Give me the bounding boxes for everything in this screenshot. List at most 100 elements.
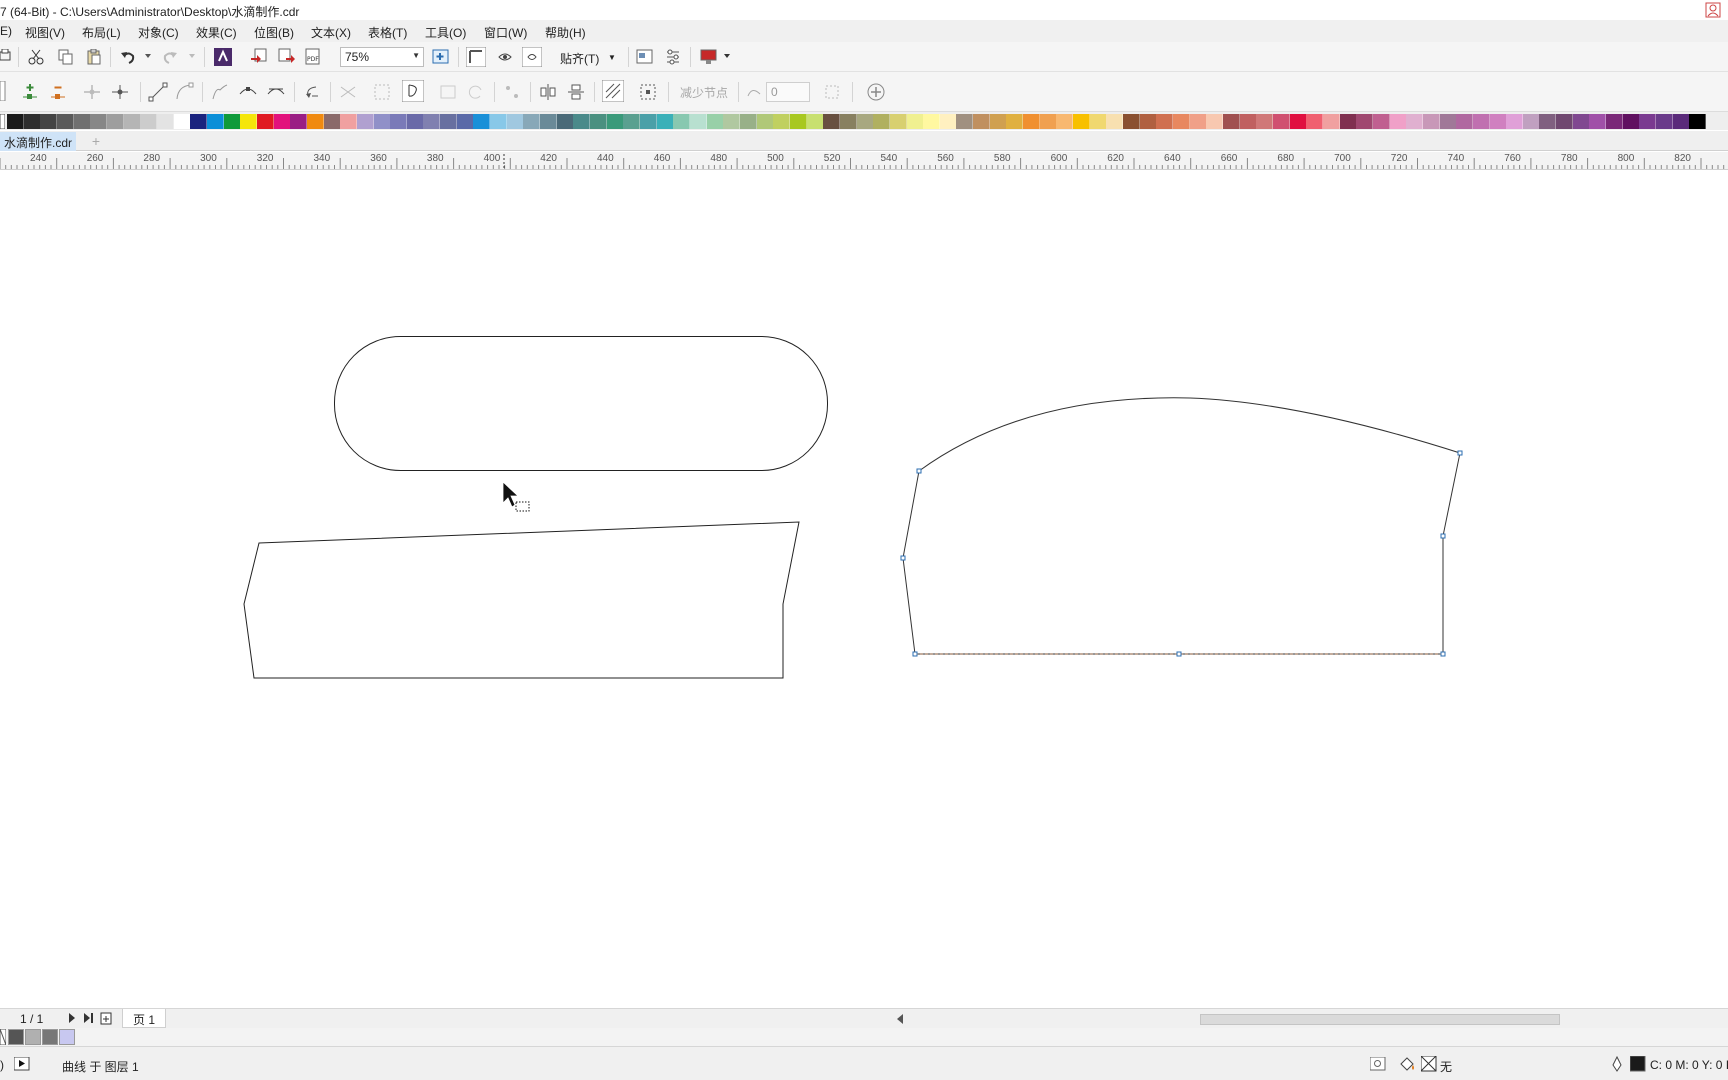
elastic-mode-icon[interactable] bbox=[602, 80, 624, 102]
no-fill-swatch[interactable] bbox=[0, 114, 5, 129]
menu-tools[interactable]: 工具(O) bbox=[425, 24, 466, 41]
color-swatch[interactable] bbox=[23, 114, 41, 129]
color-swatch[interactable] bbox=[40, 114, 58, 129]
color-swatch[interactable] bbox=[939, 114, 957, 129]
color-swatch[interactable] bbox=[1672, 114, 1690, 129]
extract-subpath-icon[interactable] bbox=[372, 82, 392, 102]
new-tab-icon[interactable]: + bbox=[88, 133, 104, 149]
color-swatch[interactable] bbox=[356, 114, 374, 129]
color-swatch[interactable] bbox=[1506, 114, 1524, 129]
color-swatch[interactable] bbox=[273, 114, 291, 129]
reflect-nodes-icon[interactable] bbox=[438, 82, 458, 102]
color-swatch[interactable] bbox=[456, 114, 474, 129]
reflect-horizontal-icon[interactable] bbox=[538, 82, 558, 102]
color-swatch[interactable] bbox=[1522, 114, 1540, 129]
color-swatch[interactable] bbox=[390, 114, 408, 129]
color-swatch[interactable] bbox=[1206, 114, 1224, 129]
color-swatch[interactable] bbox=[1639, 114, 1657, 129]
color-swatch[interactable] bbox=[223, 114, 241, 129]
scroll-left-icon[interactable] bbox=[896, 1014, 904, 1024]
color-swatch[interactable] bbox=[306, 114, 324, 129]
color-swatch[interactable] bbox=[973, 114, 991, 129]
show-grid-icon[interactable] bbox=[496, 48, 514, 66]
color-swatch[interactable] bbox=[290, 114, 308, 129]
color-swatch[interactable] bbox=[1389, 114, 1407, 129]
print-icon[interactable] bbox=[0, 49, 12, 65]
color-swatch[interactable] bbox=[556, 114, 574, 129]
color-swatch[interactable] bbox=[889, 114, 907, 129]
color-swatch[interactable] bbox=[723, 114, 741, 129]
page-tab[interactable]: 页 1 bbox=[122, 1009, 167, 1028]
color-swatch[interactable] bbox=[123, 114, 141, 129]
undo-dropdown-icon[interactable] bbox=[145, 54, 152, 59]
color-swatch[interactable] bbox=[1439, 114, 1457, 129]
extend-curve-to-close-icon[interactable] bbox=[338, 82, 358, 102]
search-content-icon[interactable] bbox=[214, 48, 232, 66]
select-all-nodes-icon[interactable] bbox=[638, 82, 658, 102]
color-swatch[interactable] bbox=[1189, 114, 1207, 129]
drawing-canvas[interactable] bbox=[0, 170, 1728, 1008]
color-swatch[interactable] bbox=[173, 114, 191, 129]
color-swatch[interactable] bbox=[1223, 114, 1240, 129]
color-swatch[interactable] bbox=[7, 114, 24, 129]
color-swatch[interactable] bbox=[673, 114, 691, 129]
redo-dropdown-icon[interactable] bbox=[189, 54, 196, 59]
color-swatch[interactable] bbox=[856, 114, 874, 129]
color-swatch[interactable] bbox=[1173, 114, 1190, 129]
align-nodes-icon[interactable] bbox=[502, 82, 522, 102]
color-swatch[interactable] bbox=[1406, 114, 1424, 129]
color-swatch[interactable] bbox=[473, 114, 491, 129]
color-swatch[interactable] bbox=[1123, 114, 1140, 129]
document-palette-none-swatch[interactable] bbox=[0, 1029, 6, 1045]
color-swatch[interactable] bbox=[1106, 114, 1124, 129]
color-swatch[interactable] bbox=[1489, 114, 1507, 129]
color-swatch[interactable] bbox=[1056, 114, 1074, 129]
color-swatch[interactable] bbox=[540, 114, 557, 129]
color-swatch[interactable] bbox=[1306, 114, 1324, 129]
menu-layout[interactable]: 布局(L) bbox=[82, 24, 121, 41]
outline-pen-icon[interactable] bbox=[1610, 1056, 1624, 1072]
menu-object[interactable]: 对象(C) bbox=[138, 24, 179, 41]
color-swatch[interactable] bbox=[1289, 114, 1307, 129]
chevron-down-icon[interactable]: ▼ bbox=[608, 53, 616, 62]
zoom-level-select[interactable]: 75% ▼ bbox=[340, 47, 424, 67]
color-swatch[interactable] bbox=[1622, 114, 1640, 129]
color-swatch[interactable] bbox=[606, 114, 624, 129]
color-swatch[interactable] bbox=[573, 114, 591, 129]
color-swatch[interactable] bbox=[640, 114, 657, 129]
menu-window[interactable]: 窗口(W) bbox=[484, 24, 527, 41]
color-swatch[interactable] bbox=[90, 114, 108, 129]
color-swatch[interactable] bbox=[773, 114, 791, 129]
menu-view[interactable]: 视图(V) bbox=[25, 24, 65, 41]
convert-to-curve-icon[interactable] bbox=[174, 82, 194, 102]
horizontal-ruler[interactable]: 240 260 280 300 320 340 360 380 400 420 440 460 480 5… bbox=[0, 152, 1728, 170]
document-color-swatch[interactable] bbox=[42, 1029, 58, 1045]
menu-help[interactable]: 帮助(H) bbox=[545, 24, 586, 41]
color-swatch[interactable] bbox=[1572, 114, 1590, 129]
import-icon[interactable] bbox=[250, 48, 268, 66]
polygon-shape[interactable] bbox=[243, 521, 800, 679]
menu-text[interactable]: 文本(X) bbox=[311, 24, 351, 41]
color-swatch[interactable] bbox=[1006, 114, 1024, 129]
color-swatch[interactable] bbox=[490, 114, 507, 129]
color-swatch[interactable] bbox=[989, 114, 1007, 129]
fill-info-icon[interactable] bbox=[1370, 1057, 1386, 1071]
color-swatch[interactable] bbox=[1139, 114, 1157, 129]
show-guidelines-icon[interactable] bbox=[522, 47, 542, 67]
color-swatch[interactable] bbox=[323, 114, 341, 129]
color-swatch[interactable] bbox=[1356, 114, 1374, 129]
curve-smoothness-input[interactable]: 0 bbox=[766, 82, 810, 102]
rounded-rectangle-shape[interactable] bbox=[334, 336, 828, 471]
color-swatch[interactable] bbox=[1456, 114, 1474, 129]
cusp-node-icon[interactable] bbox=[210, 82, 230, 102]
color-swatch[interactable] bbox=[1023, 114, 1041, 129]
convert-to-line-icon[interactable] bbox=[148, 82, 168, 102]
color-swatch[interactable] bbox=[839, 114, 857, 129]
color-swatch[interactable] bbox=[1272, 114, 1290, 129]
color-swatch[interactable] bbox=[1339, 114, 1357, 129]
color-swatch[interactable] bbox=[1372, 114, 1390, 129]
color-swatch[interactable] bbox=[1422, 114, 1440, 129]
color-swatch[interactable] bbox=[340, 114, 358, 129]
node-count-icon[interactable] bbox=[824, 84, 840, 100]
color-swatch[interactable] bbox=[1472, 114, 1490, 129]
